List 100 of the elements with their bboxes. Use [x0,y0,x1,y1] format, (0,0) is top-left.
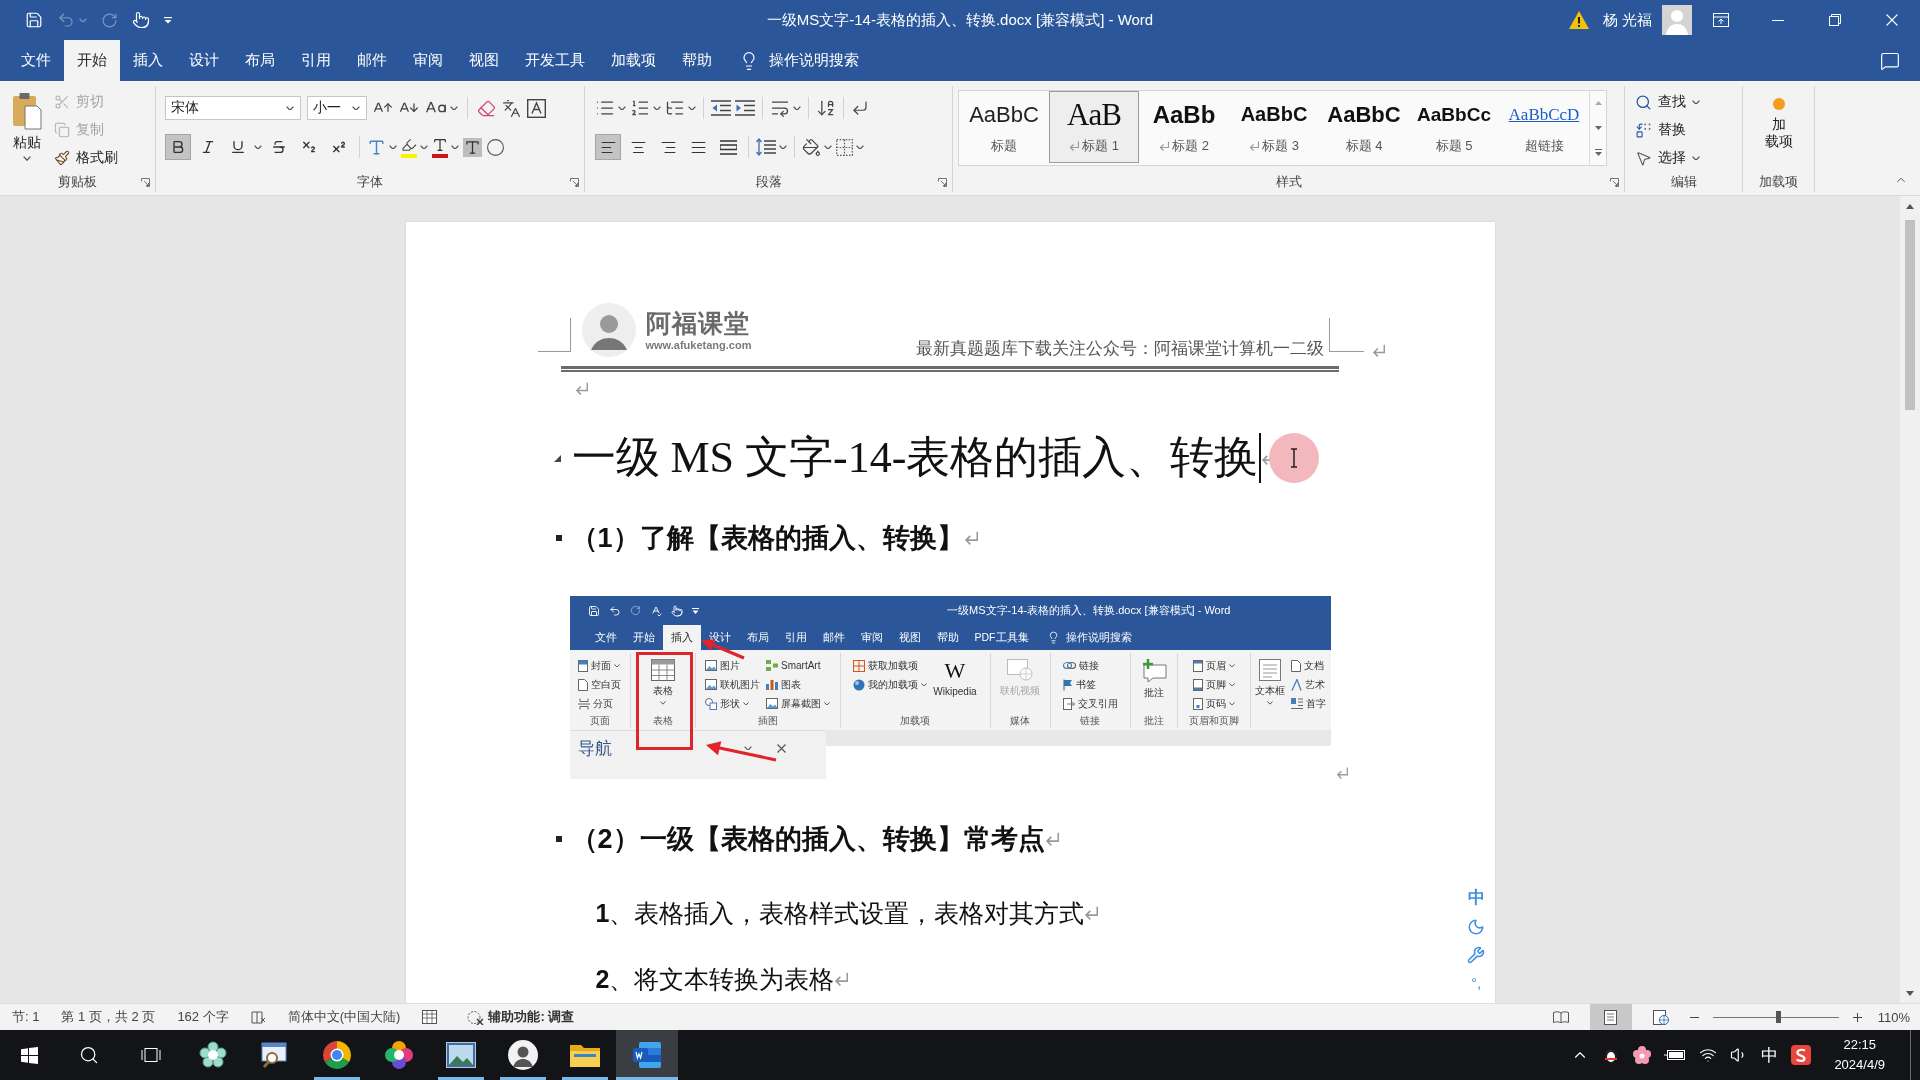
caret-icon[interactable] [352,105,360,111]
sort-icon[interactable] [816,98,836,118]
clock-date[interactable]: 2024/4/9 [1834,1055,1885,1075]
ribbon-tab[interactable]: 邮件 [344,40,400,81]
caret-icon[interactable] [389,144,397,150]
style-option[interactable]: AaBbC 标题 4 [1319,91,1409,163]
close-icon[interactable] [776,743,786,753]
increase-indent-icon[interactable] [735,100,755,116]
ribbon-command[interactable]: 屏幕截图 [766,694,830,713]
vertical-scrollbar[interactable] [1900,196,1920,1003]
book-x-icon[interactable] [250,1010,266,1024]
tell-me-search[interactable]: 操作说明搜索 [1046,625,1132,650]
ribbon-tab[interactable]: 帮助 [669,40,725,81]
accessibility-status[interactable]: 辅助功能: 调查 [488,1008,575,1026]
ribbon-tab[interactable]: 开发工具 [512,40,598,81]
ribbon-command[interactable]: 形状 [705,694,760,713]
ribbon-tab[interactable]: 文件 [8,40,64,81]
caret-icon[interactable] [1692,155,1700,161]
blossom-icon[interactable] [1633,1046,1652,1064]
ribbon-tab[interactable]: 布局 [232,40,288,81]
ime-tile-icon[interactable] [1791,1045,1812,1065]
ribbon-command[interactable]: 获取加载项 [853,656,928,675]
numbered-list-icon[interactable] [630,98,650,118]
ribbon-command[interactable]: 文档 [1290,656,1326,675]
edit-command[interactable]: 替换 [1635,116,1700,144]
save-icon[interactable] [25,11,43,29]
add-ins-button[interactable]: 加 载项 [1764,86,1793,150]
ribbon-command[interactable]: 链接 [1062,656,1118,675]
zoom-in-icon[interactable] [1852,1012,1862,1022]
ribbon-tab[interactable]: 开始 [64,40,120,81]
ribbon-command[interactable]: 表格 [650,656,675,705]
caret-icon[interactable] [688,105,696,111]
dotted-grid-icon[interactable] [836,138,853,156]
ribbon-command[interactable]: 交叉引用 [1062,694,1118,713]
caret-icon[interactable] [618,105,626,111]
battery-icon[interactable] [1664,1049,1687,1061]
style-option[interactable]: AaB 标题 1 [1049,91,1139,163]
punctuation-indicator[interactable]: °, [1470,974,1482,992]
line-spacing-icon[interactable] [756,138,776,156]
section-indicator[interactable]: 节: 1 [12,1008,40,1026]
collapse-triangle-icon[interactable] [553,454,561,462]
ribbon-tab[interactable]: 审阅 [400,40,456,81]
dialog-launcher-icon[interactable] [570,177,579,187]
language-indicator[interactable]: 简体中文(中国大陆) [287,1008,401,1026]
dialog-launcher-icon[interactable] [141,177,150,187]
caret-icon[interactable] [254,144,262,150]
eraser-icon[interactable] [477,98,496,118]
tell-me-search[interactable]: 操作说明搜索 [739,40,859,81]
caret-icon[interactable] [1692,99,1700,105]
word-count[interactable]: 162 个字 [177,1008,229,1026]
caret-icon[interactable] [824,701,830,706]
phonetic-guide-icon[interactable] [502,98,521,118]
style-option[interactable]: AaBbC 标题 3 [1229,91,1319,163]
ribbon-tab[interactable]: 插入 [120,40,176,81]
ribbon-tab[interactable]: 设计 [176,40,232,81]
ribbon-command[interactable]: 艺术 [1290,675,1326,694]
decrease-indent-icon[interactable] [711,100,731,116]
ribbon-command[interactable]: 文本框 [1254,656,1285,705]
paste-button[interactable]: 粘贴 [12,86,42,161]
ribbon-command[interactable]: 分页 [578,694,621,713]
caret-icon[interactable] [420,144,428,150]
scrollbar-thumb[interactable] [1905,220,1915,410]
grid-sheet-icon[interactable] [422,1010,438,1024]
style-option[interactable]: AaBbCcD 超链接 [1499,91,1589,163]
ribbon-tab[interactable]: 加载项 [598,40,669,81]
caret-icon[interactable] [23,156,31,161]
alignment-toggle[interactable] [595,134,621,160]
font-color-icon[interactable] [432,136,448,158]
style-option[interactable]: AaBbC 标题 [959,91,1049,163]
caret-icon[interactable] [921,682,928,687]
wrench-icon[interactable] [1467,946,1485,964]
zoom-level[interactable]: 110% [1877,1009,1910,1025]
dialog-launcher-icon[interactable] [1610,177,1619,187]
page-indicator[interactable]: 第 1 页，共 2 页 [61,1008,156,1026]
ribbon-command[interactable]: 封面 [578,656,621,675]
ribbon-command[interactable]: 页码 [1192,694,1235,713]
font-name-field[interactable]: 宋体 [165,96,301,120]
caret-icon[interactable] [1228,682,1235,687]
caret-icon[interactable] [659,701,666,705]
ribbon-tab[interactable]: PDF工具集 [966,625,1037,650]
caret-icon[interactable] [286,105,294,111]
style-option[interactable]: AaBbCc 标题 5 [1409,91,1499,163]
ribbon-command[interactable]: 页眉 [1192,656,1235,675]
caret-icon[interactable] [779,144,787,150]
ribbon-tab[interactable]: 插入 [662,625,701,650]
caret-icon[interactable] [451,144,459,150]
caret-icon[interactable] [653,105,661,111]
circle-icon[interactable] [486,137,505,157]
style-option[interactable]: AaBb 标题 2 [1139,91,1229,163]
moon-icon[interactable] [1467,918,1485,936]
caret-icon[interactable] [743,701,749,706]
boxed-letter-icon[interactable] [527,98,546,118]
ribbon-tab[interactable]: 帮助 [928,625,967,650]
view-mode-button[interactable] [1589,1004,1632,1030]
caret-icon[interactable] [856,144,864,150]
ribbon-command[interactable]: SmartArt [766,656,830,675]
caret-icon[interactable] [614,663,620,668]
clock-time[interactable]: 22:15 [1843,1035,1876,1055]
dialog-launcher-icon[interactable] [938,177,947,187]
ribbon-tab[interactable]: 邮件 [814,625,853,650]
